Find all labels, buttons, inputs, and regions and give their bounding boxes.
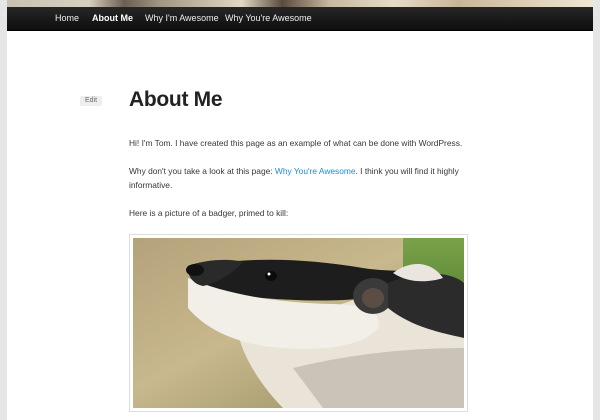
page-title: About Me [129,88,223,111]
header-image [7,0,593,7]
page: Home About Me Why I'm Awesome Why You're… [7,0,593,420]
nav-item-why-youre-awesome[interactable]: Why You're Awesome [225,7,312,30]
link-paragraph: Why don't you take a look at this page: … [129,164,479,192]
badger-image [133,238,464,408]
intro-paragraph: Hi! I'm Tom. I have created this page as… [129,138,463,148]
main-navigation: Home About Me Why I'm Awesome Why You're… [7,7,593,31]
edit-button[interactable]: Edit [80,96,102,106]
why-youre-awesome-link[interactable]: Why You're Awesome [275,166,356,176]
nav-item-home[interactable]: Home [55,7,79,30]
badger-image-frame [129,234,468,412]
badger-caption: Here is a picture of a badger, primed to… [129,208,289,218]
link-paragraph-text-before: Why don't you take a look at this page: [129,166,275,176]
nav-item-about-me[interactable]: About Me [92,7,133,30]
nav-item-why-im-awesome[interactable]: Why I'm Awesome [145,7,219,30]
